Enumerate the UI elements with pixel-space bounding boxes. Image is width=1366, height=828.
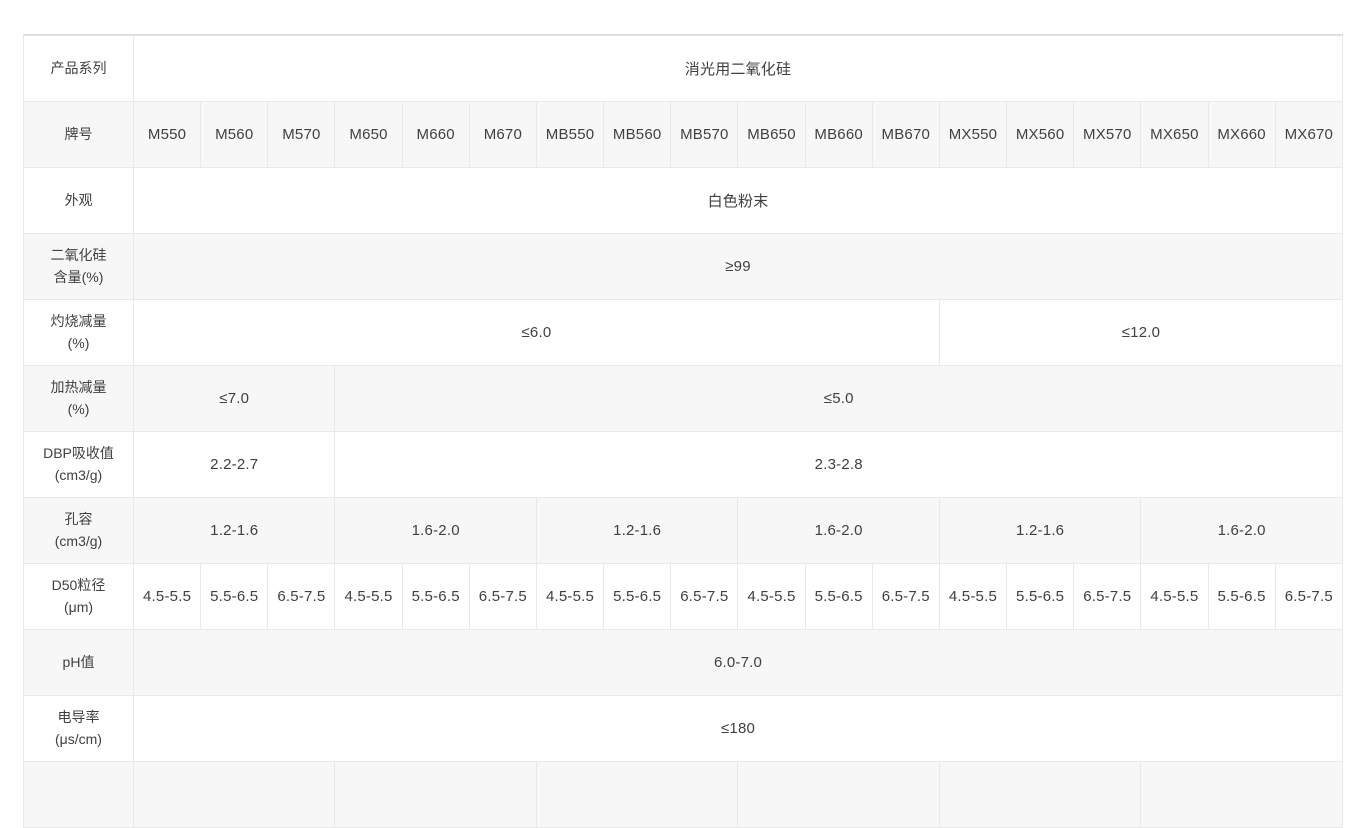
grade-cell: M570 (268, 101, 335, 167)
loss-on-ignition-cell: ≤12.0 (939, 299, 1342, 365)
row-label-appearance: 外观 (24, 167, 134, 233)
row-label-dbp-absorption: DBP吸收值 (cm3/g) (24, 431, 134, 497)
row-label-series: 产品系列 (24, 35, 134, 101)
row-label-grade: 牌号 (24, 101, 134, 167)
table-row-sio2-content: 二氧化硅 含量(%)≥99 (24, 233, 1343, 299)
pore-volume-cell: 1.2-1.6 (536, 497, 737, 563)
appearance-cell: 白色粉末 (134, 167, 1343, 233)
grade-cell: M650 (335, 101, 402, 167)
grade-cell: MB650 (738, 101, 805, 167)
d50-particle-size-cell: 5.5-6.5 (201, 563, 268, 629)
loss-on-heating-cell: ≤5.0 (335, 365, 1343, 431)
loss-on-heating-cell: ≤7.0 (134, 365, 335, 431)
product-spec-table: 产品系列消光用二氧化硅牌号M550M560M570M650M660M670MB5… (23, 34, 1343, 828)
pore-volume-cell: 1.2-1.6 (134, 497, 335, 563)
d50-particle-size-cell: 4.5-5.5 (335, 563, 402, 629)
grade-cell: MX560 (1007, 101, 1074, 167)
table-row-partial-row (24, 761, 1343, 827)
series-cell: 消光用二氧化硅 (134, 35, 1343, 101)
row-label-sio2-content: 二氧化硅 含量(%) (24, 233, 134, 299)
table-row-loss-on-ignition: 灼烧减量 (%)≤6.0≤12.0 (24, 299, 1343, 365)
d50-particle-size-cell: 6.5-7.5 (872, 563, 939, 629)
pore-volume-cell: 1.6-2.0 (738, 497, 939, 563)
partial-row-cell (134, 761, 335, 827)
d50-particle-size-cell: 4.5-5.5 (536, 563, 603, 629)
grade-cell: MX550 (939, 101, 1006, 167)
dbp-absorption-cell: 2.2-2.7 (134, 431, 335, 497)
table-row-grade: 牌号M550M560M570M650M660M670MB550MB560MB57… (24, 101, 1343, 167)
table-row-pore-volume: 孔容 (cm3/g)1.2-1.61.6-2.01.2-1.61.6-2.01.… (24, 497, 1343, 563)
grade-cell: MB570 (671, 101, 738, 167)
grade-cell: M670 (469, 101, 536, 167)
grade-cell: MB660 (805, 101, 872, 167)
d50-particle-size-cell: 5.5-6.5 (805, 563, 872, 629)
pore-volume-cell: 1.2-1.6 (939, 497, 1140, 563)
d50-particle-size-cell: 5.5-6.5 (1208, 563, 1275, 629)
table-row-series: 产品系列消光用二氧化硅 (24, 35, 1343, 101)
pore-volume-cell: 1.6-2.0 (1141, 497, 1343, 563)
sio2-content-cell: ≥99 (134, 233, 1343, 299)
table-row-dbp-absorption: DBP吸收值 (cm3/g)2.2-2.72.3-2.8 (24, 431, 1343, 497)
d50-particle-size-cell: 4.5-5.5 (939, 563, 1006, 629)
table-row-conductivity: 电导率 (μs/cm)≤180 (24, 695, 1343, 761)
grade-cell: M560 (201, 101, 268, 167)
product-spec-table-container: 产品系列消光用二氧化硅牌号M550M560M570M650M660M670MB5… (23, 34, 1343, 828)
d50-particle-size-cell: 4.5-5.5 (1141, 563, 1208, 629)
d50-particle-size-cell: 5.5-6.5 (1007, 563, 1074, 629)
grade-cell: MB670 (872, 101, 939, 167)
row-label-ph: pH值 (24, 629, 134, 695)
d50-particle-size-cell: 6.5-7.5 (268, 563, 335, 629)
grade-cell: M550 (134, 101, 201, 167)
d50-particle-size-cell: 4.5-5.5 (738, 563, 805, 629)
row-label-pore-volume: 孔容 (cm3/g) (24, 497, 134, 563)
partial-row-cell (738, 761, 939, 827)
table-row-ph: pH值6.0-7.0 (24, 629, 1343, 695)
d50-particle-size-cell: 5.5-6.5 (604, 563, 671, 629)
grade-cell: M660 (402, 101, 469, 167)
d50-particle-size-cell: 4.5-5.5 (134, 563, 201, 629)
row-label-loss-on-ignition: 灼烧减量 (%) (24, 299, 134, 365)
grade-cell: MB550 (536, 101, 603, 167)
page: { "colors": { "stripe": "#f7f7f7", "bord… (0, 0, 1366, 768)
partial-row-cell (335, 761, 536, 827)
grade-cell: MX660 (1208, 101, 1275, 167)
partial-row-cell (939, 761, 1140, 827)
grade-cell: MX670 (1275, 101, 1342, 167)
table-row-appearance: 外观白色粉末 (24, 167, 1343, 233)
d50-particle-size-cell: 6.5-7.5 (1275, 563, 1342, 629)
dbp-absorption-cell: 2.3-2.8 (335, 431, 1343, 497)
partial-row-cell (536, 761, 737, 827)
loss-on-ignition-cell: ≤6.0 (134, 299, 940, 365)
grade-cell: MB560 (604, 101, 671, 167)
d50-particle-size-cell: 6.5-7.5 (671, 563, 738, 629)
pore-volume-cell: 1.6-2.0 (335, 497, 536, 563)
ph-cell: 6.0-7.0 (134, 629, 1343, 695)
partial-row-cell (1141, 761, 1343, 827)
row-label-loss-on-heating: 加热减量 (%) (24, 365, 134, 431)
row-label-d50-particle-size: D50粒径 (μm) (24, 563, 134, 629)
row-label-conductivity: 电导率 (μs/cm) (24, 695, 134, 761)
d50-particle-size-cell: 6.5-7.5 (1074, 563, 1141, 629)
conductivity-cell: ≤180 (134, 695, 1343, 761)
d50-particle-size-cell: 5.5-6.5 (402, 563, 469, 629)
row-label-partial-row (24, 761, 134, 827)
table-row-loss-on-heating: 加热减量 (%)≤7.0≤5.0 (24, 365, 1343, 431)
table-row-d50-particle-size: D50粒径 (μm)4.5-5.55.5-6.56.5-7.54.5-5.55.… (24, 563, 1343, 629)
grade-cell: MX650 (1141, 101, 1208, 167)
d50-particle-size-cell: 6.5-7.5 (469, 563, 536, 629)
grade-cell: MX570 (1074, 101, 1141, 167)
